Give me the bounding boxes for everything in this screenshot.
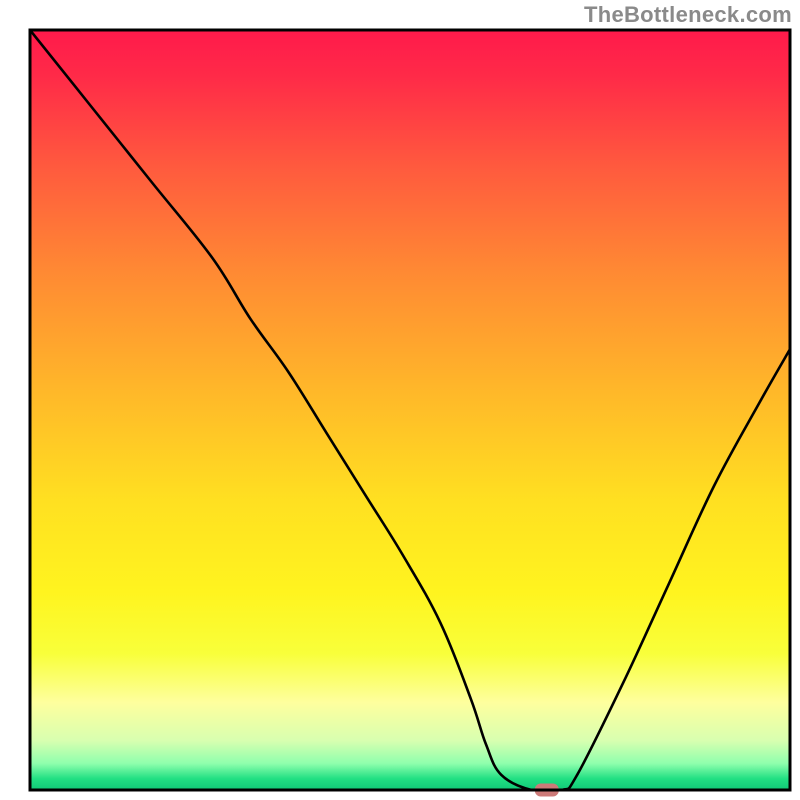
plot-background bbox=[30, 30, 790, 790]
chart-canvas bbox=[0, 0, 800, 800]
bottleneck-chart: TheBottleneck.com bbox=[0, 0, 800, 800]
watermark-label: TheBottleneck.com bbox=[584, 2, 792, 28]
